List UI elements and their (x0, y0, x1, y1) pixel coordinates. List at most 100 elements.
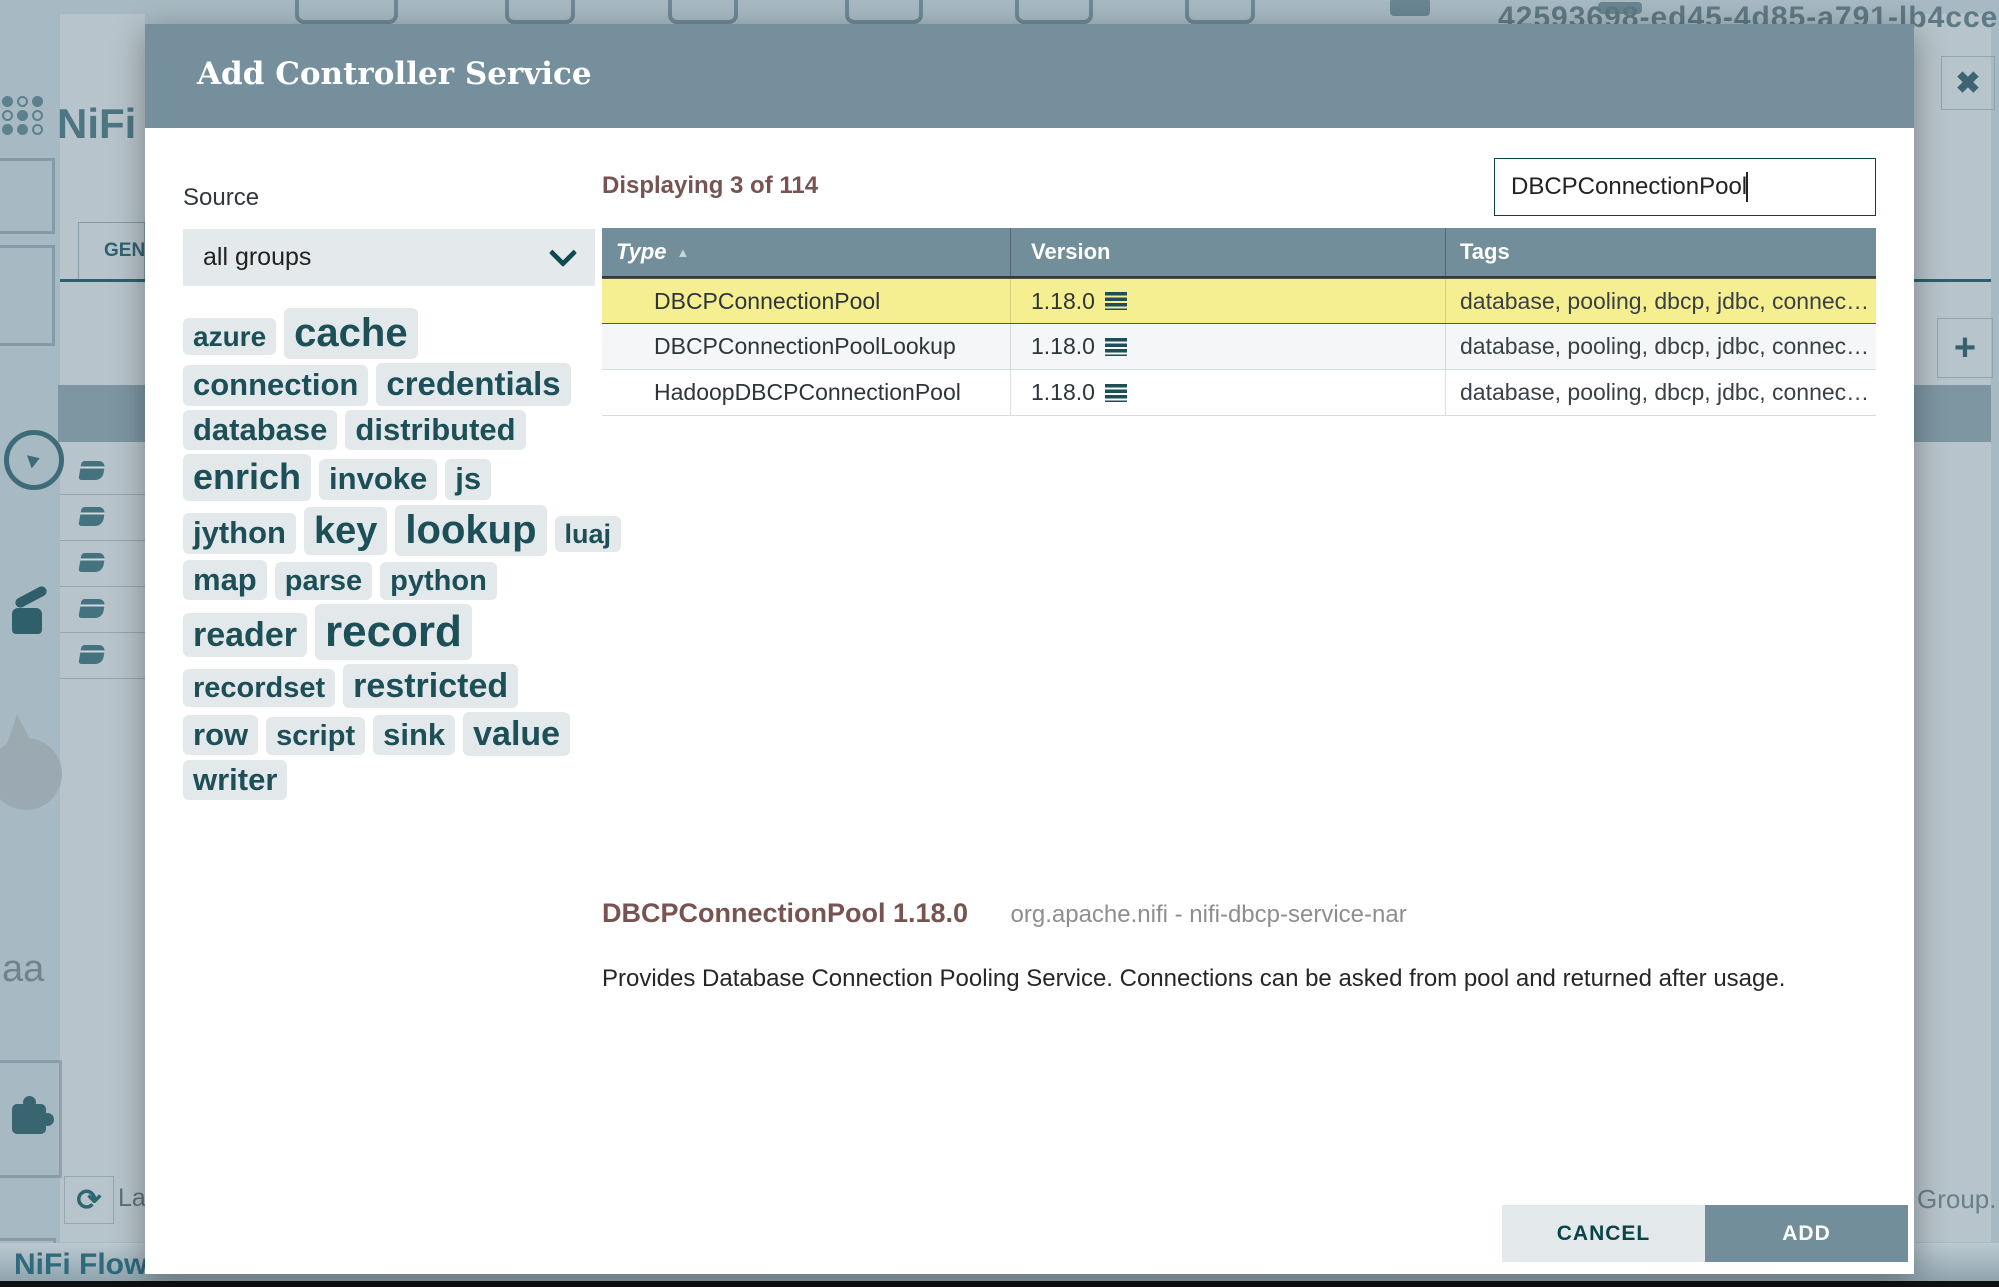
drop-shape (0, 738, 62, 810)
table-header: Type ▲ Version Tags (602, 228, 1876, 278)
table-row[interactable]: DBCPConnectionPoolLookup 1.18.0 database… (602, 324, 1876, 370)
tag-chip[interactable]: value (463, 711, 571, 756)
tag-row: recordset restricted (183, 662, 613, 710)
sort-asc-icon: ▲ (676, 244, 690, 260)
input-port-toolbar-icon (505, 0, 575, 24)
tag-row: jython key lookup luaj (183, 503, 622, 558)
detail-description: Provides Database Connection Pooling Ser… (602, 965, 1786, 992)
source-label: Source (183, 184, 260, 211)
result-count: Displaying 3 of 114 (602, 172, 819, 199)
canvas-shape (0, 245, 55, 346)
processor-toolbar-icon (295, 0, 398, 24)
filter-input[interactable] (1494, 158, 1876, 216)
services-table: Type ▲ Version Tags DBCPConnectionPool 1… (602, 228, 1876, 416)
background-panel-right (1914, 14, 1991, 1242)
background-table-header (58, 385, 145, 442)
tag-chip[interactable]: script (266, 716, 366, 756)
source-panel: Source all groups azure cache connection cr… (183, 128, 622, 803)
tag-row: writer (183, 758, 613, 803)
source-select-value: all groups (203, 243, 312, 271)
tag-cloud: azure cache connection credentials database d… (183, 306, 622, 803)
text-caret (1746, 172, 1748, 202)
tag-row: map parse python (183, 558, 613, 603)
tag-chip[interactable]: database (183, 409, 338, 451)
detail-bundle: org.apache.nifi - nifi-dbcp-service-nar (1010, 901, 1407, 928)
funnel-toolbar-icon (1185, 0, 1255, 24)
source-select[interactable]: all groups (183, 229, 595, 286)
cell-tags: database, pooling, dbcp, jdbc, connec… (1460, 333, 1870, 359)
tag-chip[interactable]: invoke (319, 459, 438, 501)
filter-wrap (1494, 158, 1876, 216)
navigate-icon (4, 430, 64, 490)
tab-underline (1914, 279, 1991, 282)
tag-chip[interactable]: distributed (345, 409, 526, 451)
template-toolbar-icon (1390, 0, 1430, 16)
dialog-body: Source all groups azure cache connection cr… (145, 128, 1914, 1274)
cell-version: 1.18.0 (1011, 370, 1446, 415)
refresh-icon: ⟳ (64, 1176, 114, 1224)
background-table-header (1914, 385, 1991, 442)
group-label: Group. (1917, 1184, 1997, 1214)
tag-row: database distributed (183, 408, 613, 453)
table-row[interactable]: HadoopDBCPConnectionPool 1.18.0 database… (602, 370, 1876, 416)
cell-type: DBCPConnectionPoolLookup (602, 324, 1011, 369)
process-group-toolbar-icon (845, 0, 923, 24)
detail-title: DBCPConnectionPool 1.18.0 (602, 898, 969, 928)
row-divider (60, 678, 145, 679)
detail-head: DBCPConnectionPool 1.18.0 org.apache.nif… (602, 898, 1876, 929)
tag-chip[interactable]: map (183, 559, 267, 601)
extension-box (0, 1060, 62, 1178)
row-divider (60, 586, 145, 587)
cell-version: 1.18.0 (1011, 279, 1446, 323)
close-icon: ✖ (1941, 56, 1995, 110)
tag-chip[interactable]: python (380, 561, 497, 601)
tag-chip[interactable]: recordset (183, 668, 336, 708)
remote-group-toolbar-icon (1015, 0, 1093, 24)
dialog-title: Add Controller Service (197, 56, 592, 92)
tag-chip[interactable]: enrich (183, 454, 312, 501)
tag-row: enrich invoke js (183, 452, 613, 502)
background-panel-left (60, 14, 145, 1242)
table-row[interactable]: DBCPConnectionPool 1.18.0 database, pool… (602, 278, 1876, 324)
list-icon (1104, 383, 1127, 402)
tag-chip[interactable]: azure (183, 318, 277, 356)
hand-icon (12, 584, 52, 634)
tag-chip[interactable]: reader (183, 613, 307, 658)
tag-chip[interactable]: credentials (376, 362, 571, 406)
tag-chip[interactable]: jython (183, 512, 296, 554)
table-body: DBCPConnectionPool 1.18.0 database, pool… (602, 278, 1876, 416)
dialog-buttons: CANCEL ADD (1502, 1205, 1908, 1262)
column-header-type[interactable]: Type ▲ (602, 228, 1011, 276)
tag-chip[interactable]: sink (373, 714, 456, 756)
cell-type: DBCPConnectionPool (602, 279, 1011, 323)
tag-chip[interactable]: record (314, 604, 472, 660)
service-detail: DBCPConnectionPool 1.18.0 org.apache.nif… (602, 898, 1876, 993)
tag-chip[interactable]: js (445, 459, 492, 501)
cell-tags: database, pooling, dbcp, jdbc, connec… (1460, 287, 1870, 314)
breadcrumb: NiFi Flow (14, 1248, 148, 1281)
row-divider (60, 494, 145, 495)
tag-chip[interactable]: restricted (343, 663, 519, 708)
canvas-shape (0, 158, 55, 234)
tag-row: reader record (183, 602, 613, 661)
puzzle-icon (12, 1096, 54, 1134)
column-header-version[interactable]: Version (1011, 228, 1446, 276)
cell-version: 1.18.0 (1011, 324, 1446, 369)
tag-chip[interactable]: parse (274, 561, 373, 601)
tag-chip[interactable]: key (304, 506, 388, 556)
cancel-button[interactable]: CANCEL (1502, 1205, 1705, 1262)
tag-chip[interactable]: row (183, 714, 259, 756)
output-port-toolbar-icon (668, 0, 738, 24)
tag-chip[interactable]: luaj (554, 515, 622, 553)
dialog-header: Add Controller Service (145, 24, 1914, 128)
tag-row: connection credentials (183, 361, 613, 408)
column-header-tags[interactable]: Tags (1446, 228, 1876, 276)
tag-chip[interactable]: writer (183, 759, 288, 801)
list-icon (1104, 337, 1127, 356)
bottom-edge (0, 1281, 1999, 1287)
add-button[interactable]: ADD (1705, 1205, 1908, 1262)
tab-underline (60, 279, 145, 282)
tag-chip[interactable]: cache (284, 308, 418, 359)
tag-chip[interactable]: connection (183, 364, 369, 406)
tag-chip[interactable]: lookup (395, 504, 547, 556)
